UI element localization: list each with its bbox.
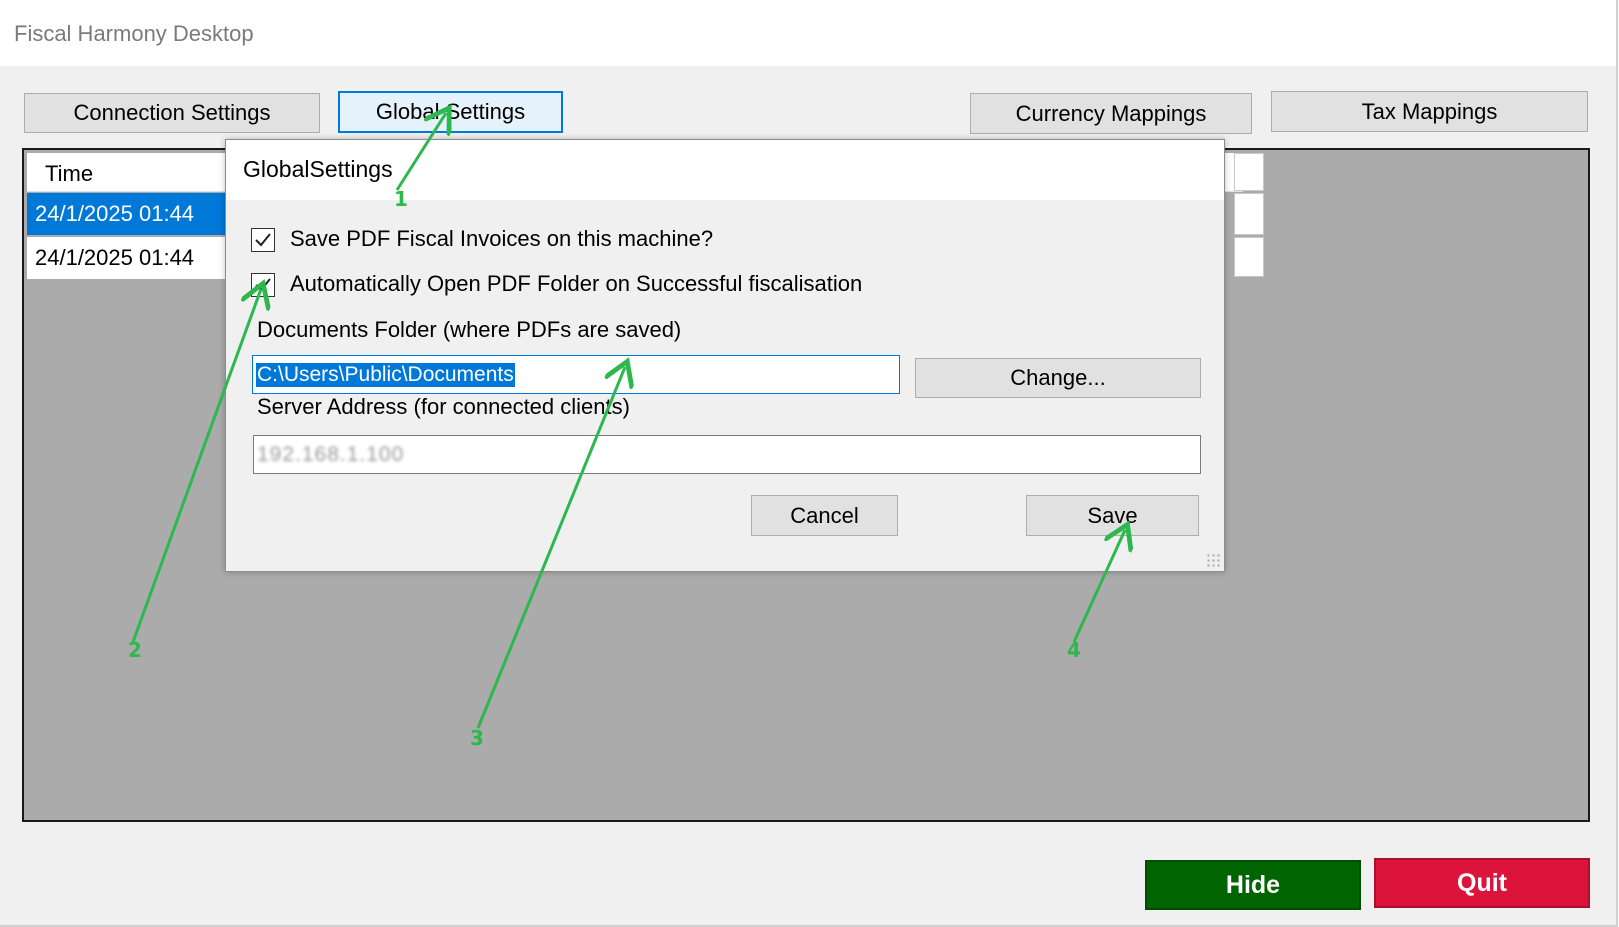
dialog-title: GlobalSettings xyxy=(243,156,393,182)
global-settings-dialog: GlobalSettings Save PDF Fiscal Invoices … xyxy=(225,139,1225,572)
documents-folder-label: Documents Folder (where PDFs are saved) xyxy=(257,317,682,342)
resize-grip[interactable] xyxy=(1206,553,1220,567)
server-address-label: Server Address (for connected clients) xyxy=(257,394,630,419)
server-address-input[interactable]: 192.168.1.100 xyxy=(253,435,1201,474)
global-settings-button[interactable]: Global Settings xyxy=(338,91,563,133)
documents-folder-value: C:\Users\Public\Documents xyxy=(256,362,515,387)
documents-folder-input[interactable]: C:\Users\Public\Documents xyxy=(252,355,900,394)
log-column-edge xyxy=(1234,237,1264,277)
currency-mappings-button[interactable]: Currency Mappings xyxy=(970,93,1252,134)
connection-settings-button[interactable]: Connection Settings xyxy=(24,93,320,133)
server-address-value: 192.168.1.100 xyxy=(257,442,405,466)
tax-mappings-button[interactable]: Tax Mappings xyxy=(1271,91,1588,132)
checkmark-icon xyxy=(255,233,271,247)
quit-button[interactable]: Quit xyxy=(1374,858,1590,908)
log-row[interactable]: 24/1/2025 01:44 xyxy=(27,193,247,235)
log-column-edge xyxy=(1234,153,1264,191)
app-title: Fiscal Harmony Desktop xyxy=(14,21,254,46)
dialog-title-bar: GlobalSettings xyxy=(226,140,1224,200)
change-folder-button[interactable]: Change... xyxy=(915,358,1201,398)
save-pdf-label: Save PDF Fiscal Invoices on this machine… xyxy=(290,226,714,251)
log-column-edge xyxy=(1234,193,1264,235)
checkmark-icon xyxy=(255,278,271,292)
hide-button[interactable]: Hide xyxy=(1145,860,1361,910)
auto-open-pdf-label: Automatically Open PDF Folder on Success… xyxy=(290,271,863,296)
save-pdf-checkbox[interactable] xyxy=(251,228,275,252)
log-row[interactable]: 24/1/2025 01:44 xyxy=(27,237,247,279)
auto-open-pdf-checkbox[interactable] xyxy=(251,273,275,297)
title-bar: Fiscal Harmony Desktop xyxy=(0,0,1616,66)
cancel-button[interactable]: Cancel xyxy=(751,495,898,536)
time-column-header[interactable]: Time xyxy=(45,161,93,187)
app-window: Fiscal Harmony Desktop Connection Settin… xyxy=(0,0,1618,927)
save-button[interactable]: Save xyxy=(1026,495,1199,536)
